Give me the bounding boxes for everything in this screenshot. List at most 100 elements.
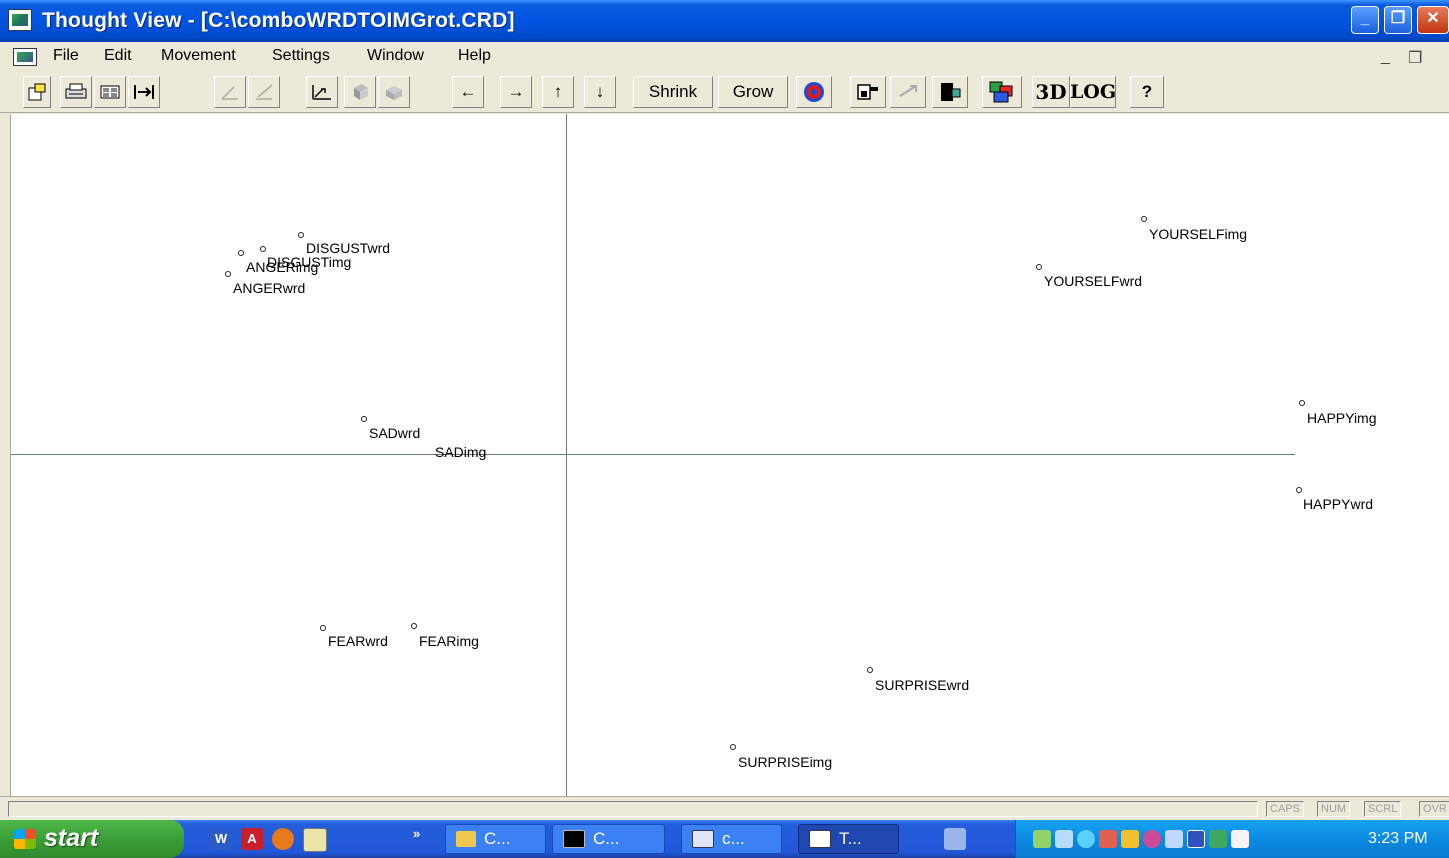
cube-arrow-icon[interactable] xyxy=(890,76,926,108)
point-marker[interactable] xyxy=(867,667,873,673)
document-icon[interactable] xyxy=(13,48,37,66)
num-indicator: NUM xyxy=(1317,801,1351,817)
fit-width-icon[interactable] xyxy=(128,76,160,108)
task-label: c... xyxy=(722,829,745,848)
restore-button[interactable]: ❐ xyxy=(1384,6,1412,34)
log-button[interactable]: LOG xyxy=(1070,76,1116,108)
help-button[interactable]: ? xyxy=(1130,76,1164,108)
task-folder[interactable]: C... xyxy=(445,824,546,854)
point-marker[interactable] xyxy=(730,744,736,750)
acrobat-icon[interactable]: A xyxy=(241,828,263,850)
app-icon[interactable] xyxy=(8,9,32,31)
search-icon[interactable] xyxy=(1077,830,1095,848)
task-label: T... xyxy=(839,829,862,848)
arrow-up-button[interactable]: ↑ xyxy=(542,76,574,108)
menu-settings[interactable]: Settings xyxy=(272,47,330,65)
ovr-indicator: OVR xyxy=(1419,801,1449,817)
settings-icon[interactable] xyxy=(1209,830,1227,848)
word-icon[interactable]: W xyxy=(210,828,232,850)
wireless-icon[interactable] xyxy=(1055,830,1073,848)
taskbar: start W A » C... C... c... T... 3:23 PM xyxy=(0,820,1449,858)
point-marker[interactable] xyxy=(260,246,266,252)
menu-bar: File Edit Movement Settings Window Help … xyxy=(0,42,1449,72)
point-label-sadimg: SADimg xyxy=(435,444,487,460)
monitor-icon[interactable] xyxy=(1099,830,1117,848)
mdi-restore-button[interactable]: ❐ xyxy=(1408,48,1422,68)
point-marker[interactable] xyxy=(320,625,326,631)
minimize-button[interactable]: _ xyxy=(1351,6,1379,34)
paint-icon[interactable] xyxy=(1121,830,1139,848)
flag-icon[interactable] xyxy=(1231,830,1249,848)
firefox-icon[interactable] xyxy=(272,828,294,850)
point-label-yourselfwrd: YOURSELFwrd xyxy=(1044,273,1143,289)
quicklaunch-more-button[interactable]: » xyxy=(413,826,420,841)
plot-arrow-icon[interactable] xyxy=(306,76,338,108)
point-label-happywrd: HAPPYwrd xyxy=(1303,496,1374,512)
clock: 3:23 PM xyxy=(1368,830,1428,847)
hardware-icon[interactable] xyxy=(1165,830,1183,848)
console-icon xyxy=(563,830,585,848)
close-button[interactable]: ✕ xyxy=(1417,6,1449,34)
caps-indicator: CAPS xyxy=(1266,801,1304,817)
task-cmd[interactable]: C... xyxy=(552,824,665,854)
point-label-fearimg: FEARimg xyxy=(419,633,479,649)
print-icon[interactable] xyxy=(60,76,92,108)
toolbar: ← → ↑ ↓ Shrink Grow 3D LOG ? xyxy=(0,72,1449,113)
point-marker[interactable] xyxy=(411,623,417,629)
window-title: Thought View - [C:\comboWRDTOIMGrot.CRD] xyxy=(42,9,515,32)
point-marker[interactable] xyxy=(361,416,367,422)
menu-edit[interactable]: Edit xyxy=(104,47,132,65)
display-icon[interactable] xyxy=(1187,830,1205,848)
status-text-panel xyxy=(8,801,1258,817)
task-label: C... xyxy=(593,829,620,848)
arrow-left-button[interactable]: ← xyxy=(452,76,484,108)
task-label: C... xyxy=(484,829,511,848)
cube-select-icon[interactable] xyxy=(850,76,886,108)
windows-logo-icon xyxy=(14,829,36,849)
task-word[interactable]: c... xyxy=(681,824,782,854)
task-thought-view[interactable]: T... xyxy=(798,824,899,854)
point-label-fearwrd: FEARwrd xyxy=(328,633,388,649)
menu-help[interactable]: Help xyxy=(458,47,491,65)
start-button[interactable]: start xyxy=(0,820,184,858)
scrl-indicator: SCRL xyxy=(1364,801,1402,817)
menu-movement[interactable]: Movement xyxy=(161,47,236,65)
point-marker[interactable] xyxy=(1296,487,1302,493)
point-marker[interactable] xyxy=(1036,264,1042,270)
network-icon[interactable] xyxy=(1033,830,1051,848)
status-bar: CAPS NUM SCRL OVR xyxy=(0,796,1449,821)
x-axis xyxy=(11,454,1295,455)
scatter-plot[interactable]: DISGUSTwrd DISGUSTimg ANGERimg ANGERwrd … xyxy=(10,114,1449,796)
point-marker[interactable] xyxy=(238,250,244,256)
security-icon[interactable] xyxy=(1143,830,1161,848)
white-box-icon[interactable] xyxy=(932,76,968,108)
cube-right-icon[interactable] xyxy=(378,76,410,108)
paint-tray-icon[interactable] xyxy=(944,828,966,850)
point-marker[interactable] xyxy=(298,232,304,238)
point-marker[interactable] xyxy=(1299,400,1305,406)
point-marker[interactable] xyxy=(225,271,231,277)
open-icon[interactable] xyxy=(23,76,51,108)
grow-button[interactable]: Grow xyxy=(718,76,788,108)
mdi-minimize-button[interactable]: _ xyxy=(1381,48,1390,66)
curve-up-icon[interactable] xyxy=(214,76,246,108)
app-icon xyxy=(809,830,831,848)
point-marker[interactable] xyxy=(1141,216,1147,222)
shrink-button[interactable]: Shrink xyxy=(633,76,713,108)
target-icon[interactable] xyxy=(796,76,832,108)
grid-icon[interactable] xyxy=(94,76,126,108)
menu-window[interactable]: Window xyxy=(367,47,424,65)
curve-left-icon[interactable] xyxy=(248,76,280,108)
point-label-surpriseimg: SURPRISEimg xyxy=(738,754,833,770)
start-label: start xyxy=(44,824,99,852)
point-label-surprisewrd: SURPRISEwrd xyxy=(875,677,970,693)
point-label-yourselfimg: YOURSELFimg xyxy=(1149,226,1248,242)
arrow-down-button[interactable]: ↓ xyxy=(584,76,616,108)
folder-icon xyxy=(456,831,476,847)
notepad-icon[interactable] xyxy=(303,828,327,852)
menu-file[interactable]: File xyxy=(53,47,79,65)
cube-left-icon[interactable] xyxy=(344,76,376,108)
arrow-right-button[interactable]: → xyxy=(500,76,532,108)
3d-button[interactable]: 3D xyxy=(1032,76,1070,108)
color-boxes-icon[interactable] xyxy=(982,76,1022,108)
